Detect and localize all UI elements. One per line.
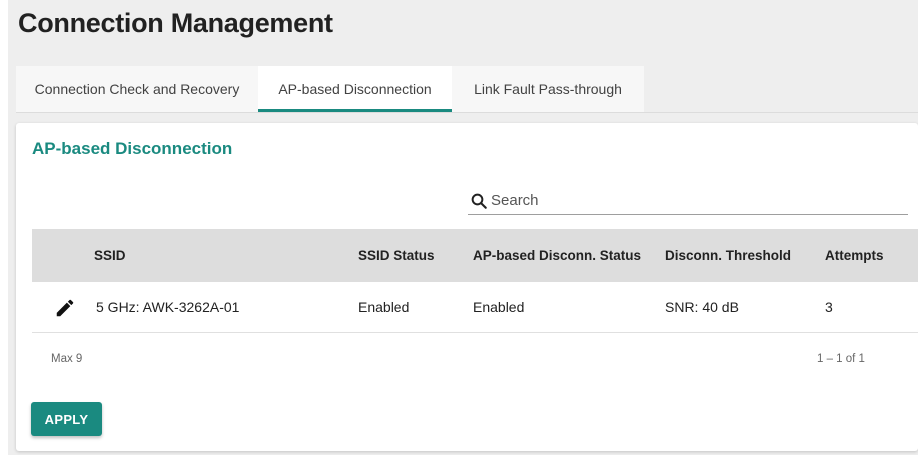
search-input[interactable] [491, 192, 891, 209]
tab-divider [16, 112, 918, 113]
table-row: 5 GHz: AWK-3262A-01 Enabled Enabled SNR:… [32, 282, 918, 333]
cell-ap-status: Enabled [473, 299, 525, 315]
cell-attempts: 3 [825, 299, 833, 315]
column-header-attempts[interactable]: Attempts [825, 229, 884, 282]
search-icon [471, 193, 487, 209]
cell-ssid-status: Enabled [358, 299, 410, 315]
search-box [468, 187, 908, 215]
tab-ap-based-disconnection[interactable]: AP-based Disconnection [258, 66, 452, 112]
section-title: AP-based Disconnection [32, 139, 233, 158]
table-max-count: Max 9 [51, 353, 83, 365]
column-header-ap-status[interactable]: AP-based Disconn. Status [473, 229, 641, 282]
table-pagination-range: 1 – 1 of 1 [817, 353, 865, 365]
tab-link-fault-pass-through[interactable]: Link Fault Pass-through [452, 66, 644, 112]
cell-ssid: 5 GHz: AWK-3262A-01 [96, 299, 240, 315]
apply-button[interactable]: APPLY [31, 402, 102, 436]
ap-disconnection-card: AP-based Disconnection SSID SSID Status … [16, 123, 918, 451]
tab-bar: Connection Check and Recovery AP-based D… [16, 66, 644, 112]
column-header-ssid-status[interactable]: SSID Status [358, 229, 435, 282]
tab-connection-check-and-recovery[interactable]: Connection Check and Recovery [16, 66, 258, 112]
column-header-ssid[interactable]: SSID [94, 229, 126, 282]
page-title: Connection Management [18, 8, 333, 38]
column-header-threshold[interactable]: Disconn. Threshold [665, 229, 791, 282]
table-header: SSID SSID Status AP-based Disconn. Statu… [32, 229, 918, 282]
cell-threshold: SNR: 40 dB [665, 299, 739, 315]
edit-pencil-icon[interactable] [54, 297, 76, 319]
